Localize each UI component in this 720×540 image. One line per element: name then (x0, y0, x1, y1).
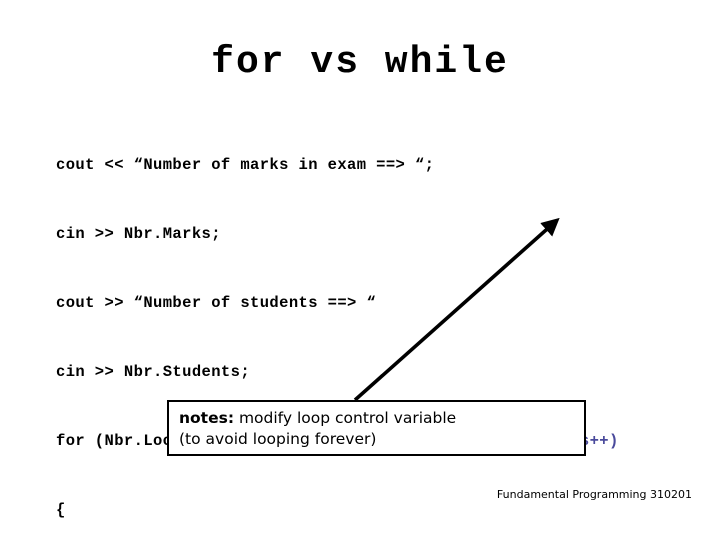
notes-text-1: modify loop control variable (234, 409, 457, 427)
footer-text: Fundamental Programming 310201 (496, 488, 692, 501)
notes-callout-box: notes: modify loop control variable (to … (167, 400, 586, 456)
notes-line-2: (to avoid looping forever) (179, 430, 377, 448)
notes-line-1: notes: modify loop control variable (179, 408, 584, 429)
code-line-text: cout << “Number of marks in exam ==> “; (56, 156, 435, 174)
code-line: cout >> “Number of students ==> “ (56, 292, 619, 315)
slide-canvas: for vs while cout << “Number of marks in… (0, 0, 720, 540)
code-block: cout << “Number of marks in exam ==> “; … (56, 108, 619, 540)
code-line: { (56, 499, 619, 522)
code-line-text: { (56, 501, 66, 519)
code-line: cin >> Nbr.Marks; (56, 223, 619, 246)
code-line: cin >> Nbr.Students; (56, 361, 619, 384)
code-line: cout << “Number of marks in exam ==> “; (56, 154, 619, 177)
code-line-text: cin >> Nbr.Students; (56, 363, 251, 381)
notes-label: notes: (179, 409, 235, 427)
code-line-text: cout >> “Number of students ==> “ (56, 294, 377, 312)
code-line-text: cin >> Nbr.Marks; (56, 225, 221, 243)
page-title: for vs while (211, 41, 509, 84)
